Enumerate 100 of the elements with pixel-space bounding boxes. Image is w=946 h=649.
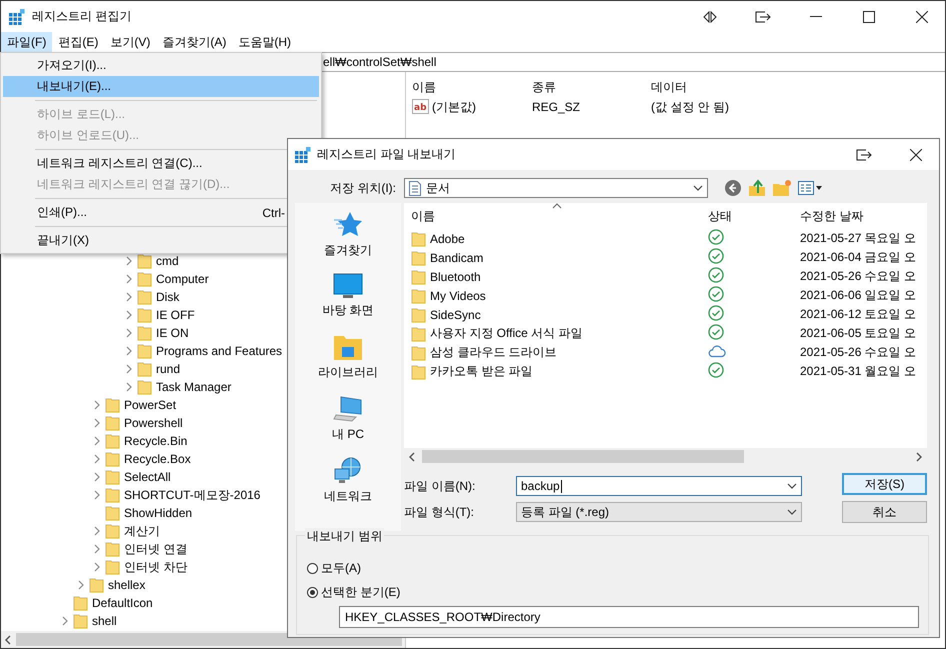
- column-header[interactable]: 수정한 날짜: [793, 208, 864, 224]
- expand-chevron-icon[interactable]: [93, 418, 101, 428]
- expand-chevron-icon[interactable]: [77, 580, 85, 590]
- tree-item[interactable]: rund: [156, 362, 180, 376]
- filetype-dropdown[interactable]: 등록 파일 (*.reg): [516, 502, 802, 522]
- menu-item[interactable]: 도움말(H): [232, 32, 297, 52]
- tree-item[interactable]: 인터넷 연결: [124, 540, 188, 558]
- file-name[interactable]: Adobe: [430, 232, 465, 246]
- file-name[interactable]: My Videos: [430, 288, 486, 302]
- expand-chevron-icon[interactable]: [93, 526, 101, 536]
- expand-chevron-icon[interactable]: [93, 544, 101, 554]
- scroll-left-icon[interactable]: [4, 634, 12, 644]
- column-header[interactable]: 데이터: [651, 78, 687, 96]
- minimize-icon[interactable]: [810, 16, 822, 18]
- exit-arrow-icon[interactable]: [755, 10, 771, 22]
- tree-item[interactable]: Recycle.Bin: [124, 434, 188, 448]
- exit-arrow-icon[interactable]: [856, 148, 872, 160]
- tree-item[interactable]: shell: [92, 614, 117, 628]
- filename-field[interactable]: backup: [516, 476, 802, 496]
- expand-chevron-icon[interactable]: [93, 436, 101, 446]
- radio-option[interactable]: 선택한 분기(E): [307, 580, 400, 604]
- expand-chevron-icon[interactable]: [93, 490, 101, 500]
- menu-item[interactable]: 가져오기(I)...: [3, 55, 319, 76]
- new-folder-icon[interactable]: [772, 179, 792, 197]
- expand-chevron-icon[interactable]: [61, 616, 69, 626]
- location-dropdown[interactable]: 문서: [404, 178, 708, 198]
- file-name[interactable]: Bluetooth: [430, 270, 481, 284]
- tree-item[interactable]: 계산기: [124, 522, 160, 540]
- up-folder-icon[interactable]: [748, 179, 766, 197]
- tree-item[interactable]: cmd: [156, 254, 179, 268]
- menu-item[interactable]: 내보내기(E)...: [3, 76, 319, 97]
- tree-item[interactable]: Disk: [156, 290, 180, 304]
- column-header[interactable]: 상태: [701, 208, 793, 224]
- tree-item[interactable]: ShowHidden: [124, 506, 192, 520]
- dialog-button[interactable]: 취소: [842, 501, 927, 523]
- dropdown-caret-icon[interactable]: [787, 509, 797, 515]
- dropdown-caret-icon[interactable]: [787, 483, 797, 489]
- tree-item[interactable]: SHORTCUT-메모장-2016: [124, 486, 260, 504]
- branch-field[interactable]: HKEY_CLASSES_ROOT₩Directory: [339, 606, 919, 628]
- folder-icon: [411, 250, 426, 266]
- file-name[interactable]: 사용자 지정 Office 서식 파일: [430, 325, 582, 342]
- tree-item[interactable]: shellex: [108, 578, 146, 592]
- expand-chevron-icon[interactable]: [93, 454, 101, 464]
- folder-icon: [105, 487, 120, 503]
- tree-item[interactable]: Powershell: [124, 416, 183, 430]
- expand-chevron-icon[interactable]: [125, 328, 133, 338]
- column-header[interactable]: 종류: [532, 78, 651, 96]
- tree-item[interactable]: 인터넷 차단: [124, 558, 188, 576]
- place-item[interactable]: 바탕 화면: [322, 273, 374, 319]
- expand-chevron-icon[interactable]: [125, 274, 133, 284]
- folder-icon: [411, 230, 426, 246]
- expand-chevron-icon[interactable]: [125, 364, 133, 374]
- folder-icon: [411, 344, 426, 360]
- maximize-icon[interactable]: [863, 10, 875, 22]
- value-name[interactable]: (기본값): [432, 98, 476, 116]
- tree-item[interactable]: Computer: [156, 272, 209, 286]
- split-arrows-icon[interactable]: [703, 10, 717, 22]
- registry-icon: [295, 146, 311, 162]
- tree-item[interactable]: DefaultIcon: [92, 596, 153, 610]
- close-icon[interactable]: [916, 10, 928, 22]
- expand-chevron-icon[interactable]: [125, 346, 133, 356]
- menu-item[interactable]: 편집(E): [52, 32, 104, 52]
- modified-date: 2021-05-26 수요일 오: [799, 268, 916, 285]
- tree-item[interactable]: IE ON: [156, 326, 189, 340]
- menu-item[interactable]: 즐겨찾기(A): [156, 32, 232, 52]
- scroll-left-icon[interactable]: [408, 452, 416, 462]
- menu-item[interactable]: 보기(V): [104, 32, 156, 52]
- expand-chevron-icon[interactable]: [125, 292, 133, 302]
- tree-item[interactable]: Recycle.Box: [124, 452, 191, 466]
- tree-item[interactable]: SelectAll: [124, 470, 171, 484]
- dropdown-caret-icon[interactable]: [693, 185, 703, 191]
- expand-chevron-icon[interactable]: [93, 472, 101, 482]
- expand-chevron-icon[interactable]: [93, 400, 101, 410]
- file-name[interactable]: 카카오톡 받은 파일: [430, 363, 533, 380]
- tree-item[interactable]: Task Manager: [156, 380, 232, 394]
- tree-item[interactable]: Programs and Features: [156, 344, 282, 358]
- dialog-button[interactable]: 저장(S): [842, 473, 927, 495]
- file-name[interactable]: 삼성 클라우드 드라이브: [430, 344, 557, 361]
- address-path[interactable]: ell₩controlSet₩shell: [323, 55, 436, 69]
- expand-chevron-icon[interactable]: [125, 310, 133, 320]
- expand-chevron-icon[interactable]: [93, 562, 101, 572]
- expand-chevron-icon[interactable]: [125, 256, 133, 266]
- radio-option[interactable]: 모두(A): [307, 556, 361, 580]
- view-menu-icon[interactable]: [798, 180, 822, 196]
- menu-item[interactable]: 파일(F): [1, 32, 52, 52]
- expand-chevron-icon[interactable]: [125, 382, 133, 392]
- column-header[interactable]: 이름: [412, 78, 532, 96]
- place-item[interactable]: 네트워크: [324, 457, 372, 505]
- column-header[interactable]: 이름: [404, 208, 701, 224]
- file-name[interactable]: Bandicam: [430, 250, 484, 264]
- tree-item[interactable]: PowerSet: [124, 398, 176, 412]
- place-item[interactable]: 라이브러리: [318, 333, 378, 381]
- close-icon[interactable]: [910, 148, 922, 160]
- file-name[interactable]: SideSync: [430, 308, 481, 322]
- field-label: 파일 형식(T):: [404, 504, 475, 520]
- place-item[interactable]: 내 PC: [332, 395, 364, 443]
- place-item[interactable]: 즐겨찾기: [324, 211, 372, 259]
- folder-icon: [105, 451, 120, 467]
- tree-item[interactable]: IE OFF: [156, 308, 195, 322]
- scroll-right-icon[interactable]: [915, 452, 923, 462]
